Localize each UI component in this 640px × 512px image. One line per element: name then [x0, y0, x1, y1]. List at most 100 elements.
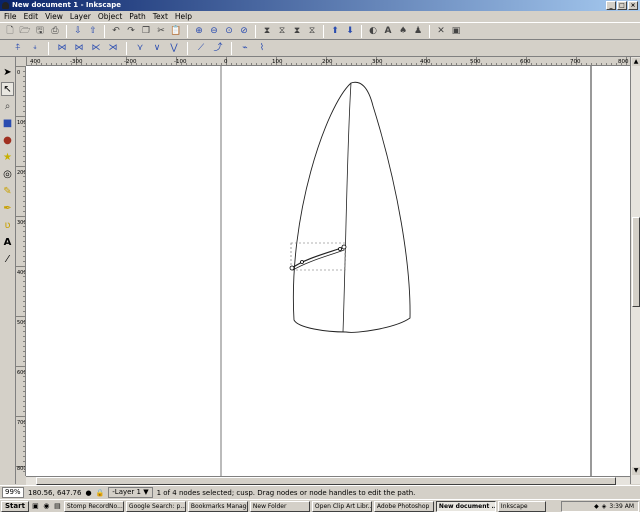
export-icon[interactable]: ⇧: [87, 25, 99, 37]
visibility-icon[interactable]: 🔒: [96, 489, 105, 497]
taskbar-item[interactable]: Google Search: p...: [125, 500, 186, 512]
xml-editor-icon[interactable]: ♟: [412, 25, 424, 37]
tray-icon[interactable]: ◆: [594, 503, 599, 510]
spiral-tool-icon[interactable]: ◎: [1, 167, 14, 181]
taskbar-item[interactable]: Inkscape: [497, 500, 546, 512]
zoom-field[interactable]: 99%: [2, 487, 24, 498]
document-properties-icon[interactable]: ▣: [450, 25, 462, 37]
preferences-icon[interactable]: ✕: [435, 25, 447, 37]
layer-selector[interactable]: -Layer 1 ▼: [108, 487, 153, 498]
close-button[interactable]: ×: [628, 1, 638, 10]
path-node-handle[interactable]: [300, 260, 304, 264]
text-font-icon[interactable]: A: [382, 25, 394, 37]
lower-icon[interactable]: ⬇: [344, 25, 356, 37]
path-node-handle[interactable]: [338, 247, 342, 251]
scroll-up-icon[interactable]: ▲: [632, 58, 640, 66]
insert-node-icon[interactable]: ⍏: [12, 42, 24, 54]
menu-edit[interactable]: Edit: [24, 11, 39, 22]
browser-icon[interactable]: ◉: [42, 502, 51, 511]
make-line-icon[interactable]: ⟋: [195, 42, 207, 54]
text-tool-icon[interactable]: A: [1, 235, 14, 249]
path-node[interactable]: [289, 265, 295, 271]
horizontal-scroll-thumb[interactable]: [36, 477, 616, 485]
show-desktop-icon[interactable]: ▣: [31, 502, 40, 511]
scroll-down-icon[interactable]: ▼: [632, 467, 640, 475]
symmetric-node-icon[interactable]: ⋁: [168, 42, 180, 54]
pen-tool-icon[interactable]: ✒: [1, 201, 14, 215]
taskbar-item[interactable]: Open Clip Art Libr...: [311, 500, 372, 512]
ruler-h-label: 800: [618, 59, 629, 65]
vertical-scroll-thumb[interactable]: [632, 217, 640, 307]
node-tool-icon[interactable]: ↖: [1, 82, 14, 96]
paste-icon[interactable]: 📋: [170, 25, 182, 37]
drawing-canvas[interactable]: [26, 66, 630, 476]
vertical-scrollbar[interactable]: ▲ ▼: [630, 57, 640, 484]
menu-help[interactable]: Help: [175, 11, 192, 22]
separator: [48, 41, 49, 55]
delete-segment-icon[interactable]: ⋊: [107, 42, 119, 54]
group-icon[interactable]: ⧖: [306, 25, 318, 37]
pencil-tool-icon[interactable]: ✎: [1, 184, 14, 198]
undo-icon[interactable]: ↶: [110, 25, 122, 37]
star-tool-icon[interactable]: ★: [1, 150, 14, 164]
cusp-node-icon[interactable]: ⋎: [134, 42, 146, 54]
taskbar-item-active[interactable]: New document ...: [435, 500, 496, 512]
calligraphy-tool-icon[interactable]: ʋ: [1, 218, 14, 232]
zoom-selection-icon[interactable]: ⊕: [193, 25, 205, 37]
ellipse-tool-icon[interactable]: ●: [1, 133, 14, 147]
join-nodes-icon[interactable]: ⋈: [56, 42, 68, 54]
menu-layer[interactable]: Layer: [70, 11, 91, 22]
ruler-v-label: 600: [17, 370, 26, 376]
redo-icon[interactable]: ↷: [125, 25, 137, 37]
taskbar-item[interactable]: Bookmarks Manager: [187, 500, 248, 512]
path-node[interactable]: [341, 244, 347, 250]
fill-stroke-icon[interactable]: ◐: [367, 25, 379, 37]
align-icon[interactable]: ♠: [397, 25, 409, 37]
drawing-svg[interactable]: [26, 66, 630, 476]
join-segment-icon[interactable]: ⋈: [73, 42, 85, 54]
drawn-shape-outline[interactable]: [292, 81, 411, 333]
selected-path-segment-inner[interactable]: [292, 249, 345, 271]
menu-file[interactable]: File: [4, 11, 17, 22]
object-to-path-icon[interactable]: ⌁: [239, 42, 251, 54]
maximize-button[interactable]: □: [617, 1, 627, 10]
open-icon[interactable]: 🗁: [19, 25, 31, 37]
save-icon[interactable]: 🖫: [34, 25, 46, 37]
start-button[interactable]: Start: [1, 500, 29, 512]
taskbar-item[interactable]: Stomp RecordNo...: [63, 500, 124, 512]
menu-object[interactable]: Object: [98, 11, 122, 22]
new-icon[interactable]: 🗋: [4, 25, 16, 37]
menu-view[interactable]: View: [45, 11, 63, 22]
unlink-clone-icon[interactable]: ⧗: [291, 25, 303, 37]
lock-icon[interactable]: ●: [85, 489, 91, 497]
smooth-node-icon[interactable]: ∨: [151, 42, 163, 54]
selected-path-segment[interactable]: [291, 246, 345, 269]
delete-node-icon[interactable]: ⍖: [29, 42, 41, 54]
zoom-width-icon[interactable]: ⊘: [238, 25, 250, 37]
menu-text[interactable]: Text: [153, 11, 168, 22]
break-path-icon[interactable]: ⋉: [90, 42, 102, 54]
duplicate-icon[interactable]: ⧗: [261, 25, 273, 37]
minimize-button[interactable]: _: [606, 1, 616, 10]
copy-icon[interactable]: ❐: [140, 25, 152, 37]
taskbar-item[interactable]: Adobe Photoshop: [373, 500, 434, 512]
make-curve-icon[interactable]: ⤴: [212, 42, 224, 54]
taskbar-item[interactable]: New Folder: [249, 500, 310, 512]
rect-tool-icon[interactable]: ■: [1, 116, 14, 130]
cut-icon[interactable]: ✂: [155, 25, 167, 37]
explorer-icon[interactable]: ▤: [53, 502, 62, 511]
zoom-tool-icon[interactable]: ⌕: [1, 99, 14, 113]
clone-icon[interactable]: ⧖: [276, 25, 288, 37]
selector-tool-icon[interactable]: ➤: [1, 65, 14, 79]
zoom-page-icon[interactable]: ⊙: [223, 25, 235, 37]
tray-icon[interactable]: ◈: [602, 503, 607, 510]
drawn-shape-center-line[interactable]: [342, 82, 352, 333]
horizontal-scrollbar[interactable]: [26, 476, 630, 485]
menu-path[interactable]: Path: [129, 11, 145, 22]
stroke-to-path-icon[interactable]: ⌇: [256, 42, 268, 54]
import-icon[interactable]: ⇩: [72, 25, 84, 37]
zoom-drawing-icon[interactable]: ⊖: [208, 25, 220, 37]
dropper-tool-icon[interactable]: ⁄: [1, 252, 14, 266]
raise-icon[interactable]: ⬆: [329, 25, 341, 37]
print-icon[interactable]: ⎙: [49, 25, 61, 37]
